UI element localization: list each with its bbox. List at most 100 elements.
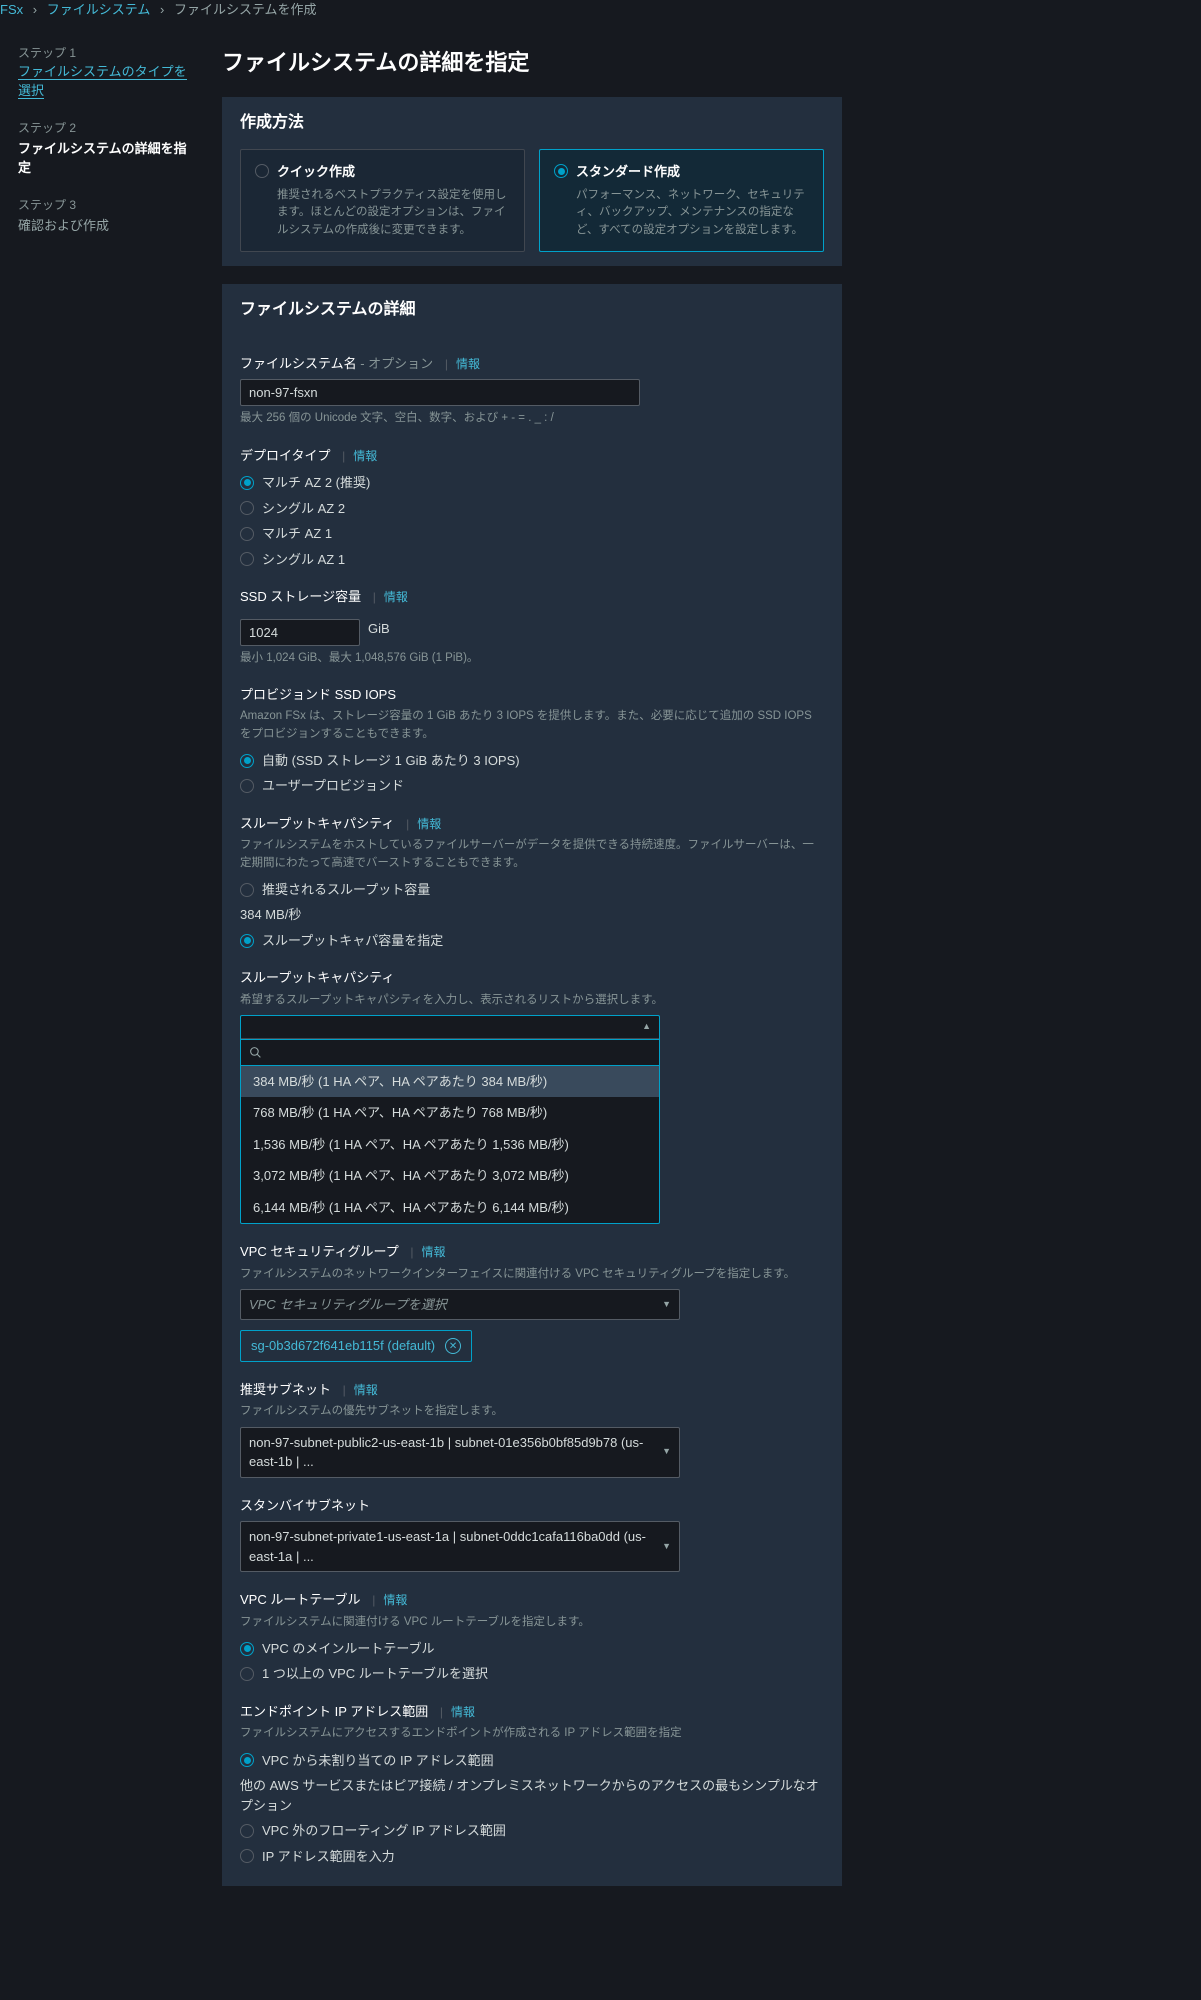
quick-create-card[interactable]: クイック作成 推奨されるベストプラクティス設定を使用します。ほとんどの設定オプシ… [240, 149, 525, 252]
standard-create-card[interactable]: スタンダード作成 パフォーマンス、ネットワーク、セキュリティ、バックアップ、メン… [539, 149, 824, 252]
throughput-search-input[interactable] [268, 1044, 651, 1061]
breadcrumb-filesystems[interactable]: ファイルシステム [47, 2, 151, 17]
preferred-subnet-label: 推奨サブネット [240, 1382, 331, 1397]
chevron-right-icon: › [33, 2, 37, 17]
sg-tag: sg-0b3d672f641eb115f (default) ✕ [240, 1330, 472, 1362]
iops-user[interactable]: ユーザープロビジョンド [240, 776, 824, 796]
throughput-recommended[interactable]: 推奨されるスループット容量 [240, 880, 824, 900]
throughput-info[interactable]: 情報 [406, 817, 441, 831]
quick-create-title: クイック作成 [277, 162, 355, 182]
route-table-label: VPC ルートテーブル [240, 1592, 361, 1607]
step-1-num: ステップ 1 [18, 44, 198, 62]
standby-subnet-value: non-97-subnet-private1-us-east-1a | subn… [249, 1527, 662, 1566]
sg-select[interactable]: VPC セキュリティグループを選択 [240, 1289, 680, 1321]
radio-icon [240, 527, 254, 541]
quick-create-desc: 推奨されるベストプラクティス設定を使用します。ほとんどの設定オプションは、ファイ… [255, 187, 510, 239]
search-icon [249, 1046, 262, 1059]
standard-create-radio[interactable] [554, 164, 568, 178]
route-table-main[interactable]: VPC のメインルートテーブル [240, 1639, 824, 1659]
radio-icon [240, 1824, 254, 1838]
sg-tag-label: sg-0b3d672f641eb115f (default) [251, 1336, 435, 1356]
fs-details-heading: ファイルシステムの詳細 [222, 284, 842, 336]
sg-label: VPC セキュリティグループ [240, 1244, 399, 1259]
throughput-option-1536[interactable]: 1,536 MB/秒 (1 HA ペア、HA ペアあたり 1,536 MB/秒) [241, 1129, 659, 1161]
step-3: ステップ 3 確認および作成 [18, 196, 198, 236]
creation-method-heading: 作成方法 [222, 97, 842, 149]
breadcrumb: FSx › ファイルシステム › ファイルシステムを作成 [0, 0, 880, 30]
step-3-num: ステップ 3 [18, 196, 198, 214]
throughput-select[interactable]: 384 MB/秒 (1 HA ペア、HA ペアあたり 384 MB/秒) 768… [240, 1015, 660, 1224]
endpoint-ip-unallocated-sub: 他の AWS サービスまたはピア接続 / オンプレミスネットワークからのアクセス… [240, 1776, 824, 1815]
throughput-option-768[interactable]: 768 MB/秒 (1 HA ペア、HA ペアあたり 768 MB/秒) [241, 1097, 659, 1129]
standard-create-desc: パフォーマンス、ネットワーク、セキュリティ、バックアップ、メンテナンスの指定など… [554, 187, 809, 239]
radio-icon [240, 1753, 254, 1767]
route-table-info[interactable]: 情報 [372, 1593, 407, 1607]
fs-name-input[interactable] [240, 379, 640, 406]
sg-info[interactable]: 情報 [410, 1245, 445, 1259]
throughput-select-label: スループットキャパシティ [240, 968, 824, 988]
radio-icon [240, 552, 254, 566]
iops-label: プロビジョンド SSD IOPS [240, 685, 824, 705]
ssd-capacity-hint: 最小 1,024 GiB、最大 1,048,576 GiB (1 PiB)。 [240, 650, 824, 667]
ssd-capacity-info[interactable]: 情報 [373, 590, 408, 604]
radio-icon [240, 476, 254, 490]
radio-icon [240, 779, 254, 793]
chevron-right-icon: › [160, 2, 164, 17]
wizard-steps: ステップ 1 ファイルシステムのタイプを選択 ステップ 2 ファイルシステムの詳… [18, 42, 198, 1905]
endpoint-ip-unallocated[interactable]: VPC から未割り当ての IP アドレス範囲 [240, 1751, 824, 1771]
throughput-option-3072[interactable]: 3,072 MB/秒 (1 HA ペア、HA ペアあたり 3,072 MB/秒) [241, 1160, 659, 1192]
ssd-capacity-label: SSD ストレージ容量 [240, 589, 361, 604]
radio-icon [240, 1667, 254, 1681]
throughput-label: スループットキャパシティ [240, 816, 394, 831]
preferred-subnet-value: non-97-subnet-public2-us-east-1b | subne… [249, 1433, 662, 1472]
endpoint-ip-floating[interactable]: VPC 外のフローティング IP アドレス範囲 [240, 1821, 824, 1841]
throughput-specify[interactable]: スループットキャパ容量を指定 [240, 931, 824, 951]
radio-icon [240, 754, 254, 768]
radio-icon [240, 501, 254, 515]
step-2-label: ファイルシステムの詳細を指定 [18, 139, 198, 178]
endpoint-ip-input[interactable]: IP アドレス範囲を入力 [240, 1847, 824, 1867]
endpoint-ip-label: エンドポイント IP アドレス範囲 [240, 1704, 428, 1719]
fs-name-label: ファイルシステム名 - オプション [240, 356, 437, 371]
radio-icon [240, 883, 254, 897]
throughput-select-trigger[interactable] [241, 1016, 659, 1039]
deploy-type-label: デプロイタイプ [240, 448, 330, 463]
breadcrumb-root[interactable]: FSx [0, 2, 23, 17]
route-table-select[interactable]: 1 つ以上の VPC ルートテーブルを選択 [240, 1664, 824, 1684]
fs-details-panel: ファイルシステムの詳細 ファイルシステム名 - オプション 情報 最大 256 … [222, 284, 842, 1886]
throughput-recommended-sub: 384 MB/秒 [240, 905, 824, 925]
endpoint-ip-info[interactable]: 情報 [440, 1705, 475, 1719]
throughput-option-384[interactable]: 384 MB/秒 (1 HA ペア、HA ペアあたり 384 MB/秒) [241, 1066, 659, 1098]
preferred-subnet-info[interactable]: 情報 [343, 1383, 378, 1397]
fs-name-info[interactable]: 情報 [445, 357, 480, 371]
endpoint-ip-hint: ファイルシステムにアクセスするエンドポイントが作成される IP アドレス範囲を指… [240, 1725, 824, 1742]
step-1[interactable]: ステップ 1 ファイルシステムのタイプを選択 [18, 44, 198, 101]
deploy-multi-az1[interactable]: マルチ AZ 1 [240, 524, 824, 544]
standby-subnet-select[interactable]: non-97-subnet-private1-us-east-1a | subn… [240, 1521, 680, 1572]
sg-tag-remove[interactable]: ✕ [445, 1338, 461, 1354]
ssd-capacity-input[interactable] [240, 619, 360, 646]
throughput-select-search[interactable] [241, 1039, 659, 1066]
deploy-type-info[interactable]: 情報 [342, 449, 377, 463]
fs-name-hint: 最大 256 個の Unicode 文字、空白、数字、および + - = . _… [240, 410, 824, 427]
standard-create-title: スタンダード作成 [576, 162, 680, 182]
preferred-subnet-select[interactable]: non-97-subnet-public2-us-east-1b | subne… [240, 1427, 680, 1478]
sg-hint: ファイルシステムのネットワークインターフェイスに関連付ける VPC セキュリティ… [240, 1266, 824, 1283]
throughput-option-6144[interactable]: 6,144 MB/秒 (1 HA ペア、HA ペアあたり 6,144 MB/秒) [241, 1192, 659, 1224]
breadcrumb-current: ファイルシステムを作成 [174, 2, 317, 17]
deploy-single-az2[interactable]: シングル AZ 2 [240, 499, 824, 519]
standby-subnet-label: スタンバイサブネット [240, 1496, 824, 1516]
ssd-capacity-unit: GiB [368, 619, 390, 639]
radio-icon [240, 934, 254, 948]
page-title: ファイルシステムの詳細を指定 [222, 46, 842, 79]
deploy-multi-az2[interactable]: マルチ AZ 2 (推奨) [240, 473, 824, 493]
deploy-single-az1[interactable]: シングル AZ 1 [240, 550, 824, 570]
step-3-label: 確認および作成 [18, 216, 198, 236]
preferred-subnet-hint: ファイルシステムの優先サブネットを指定します。 [240, 1403, 824, 1420]
creation-method-panel: 作成方法 クイック作成 推奨されるベストプラクティス設定を使用します。ほとんどの… [222, 97, 842, 266]
iops-auto[interactable]: 自動 (SSD ストレージ 1 GiB あたり 3 IOPS) [240, 751, 824, 771]
sg-placeholder: VPC セキュリティグループを選択 [249, 1295, 447, 1315]
step-1-label[interactable]: ファイルシステムのタイプを選択 [18, 64, 187, 100]
throughput-select-hint: 希望するスループットキャパシティを入力し、表示されるリストから選択します。 [240, 992, 824, 1009]
quick-create-radio[interactable] [255, 164, 269, 178]
